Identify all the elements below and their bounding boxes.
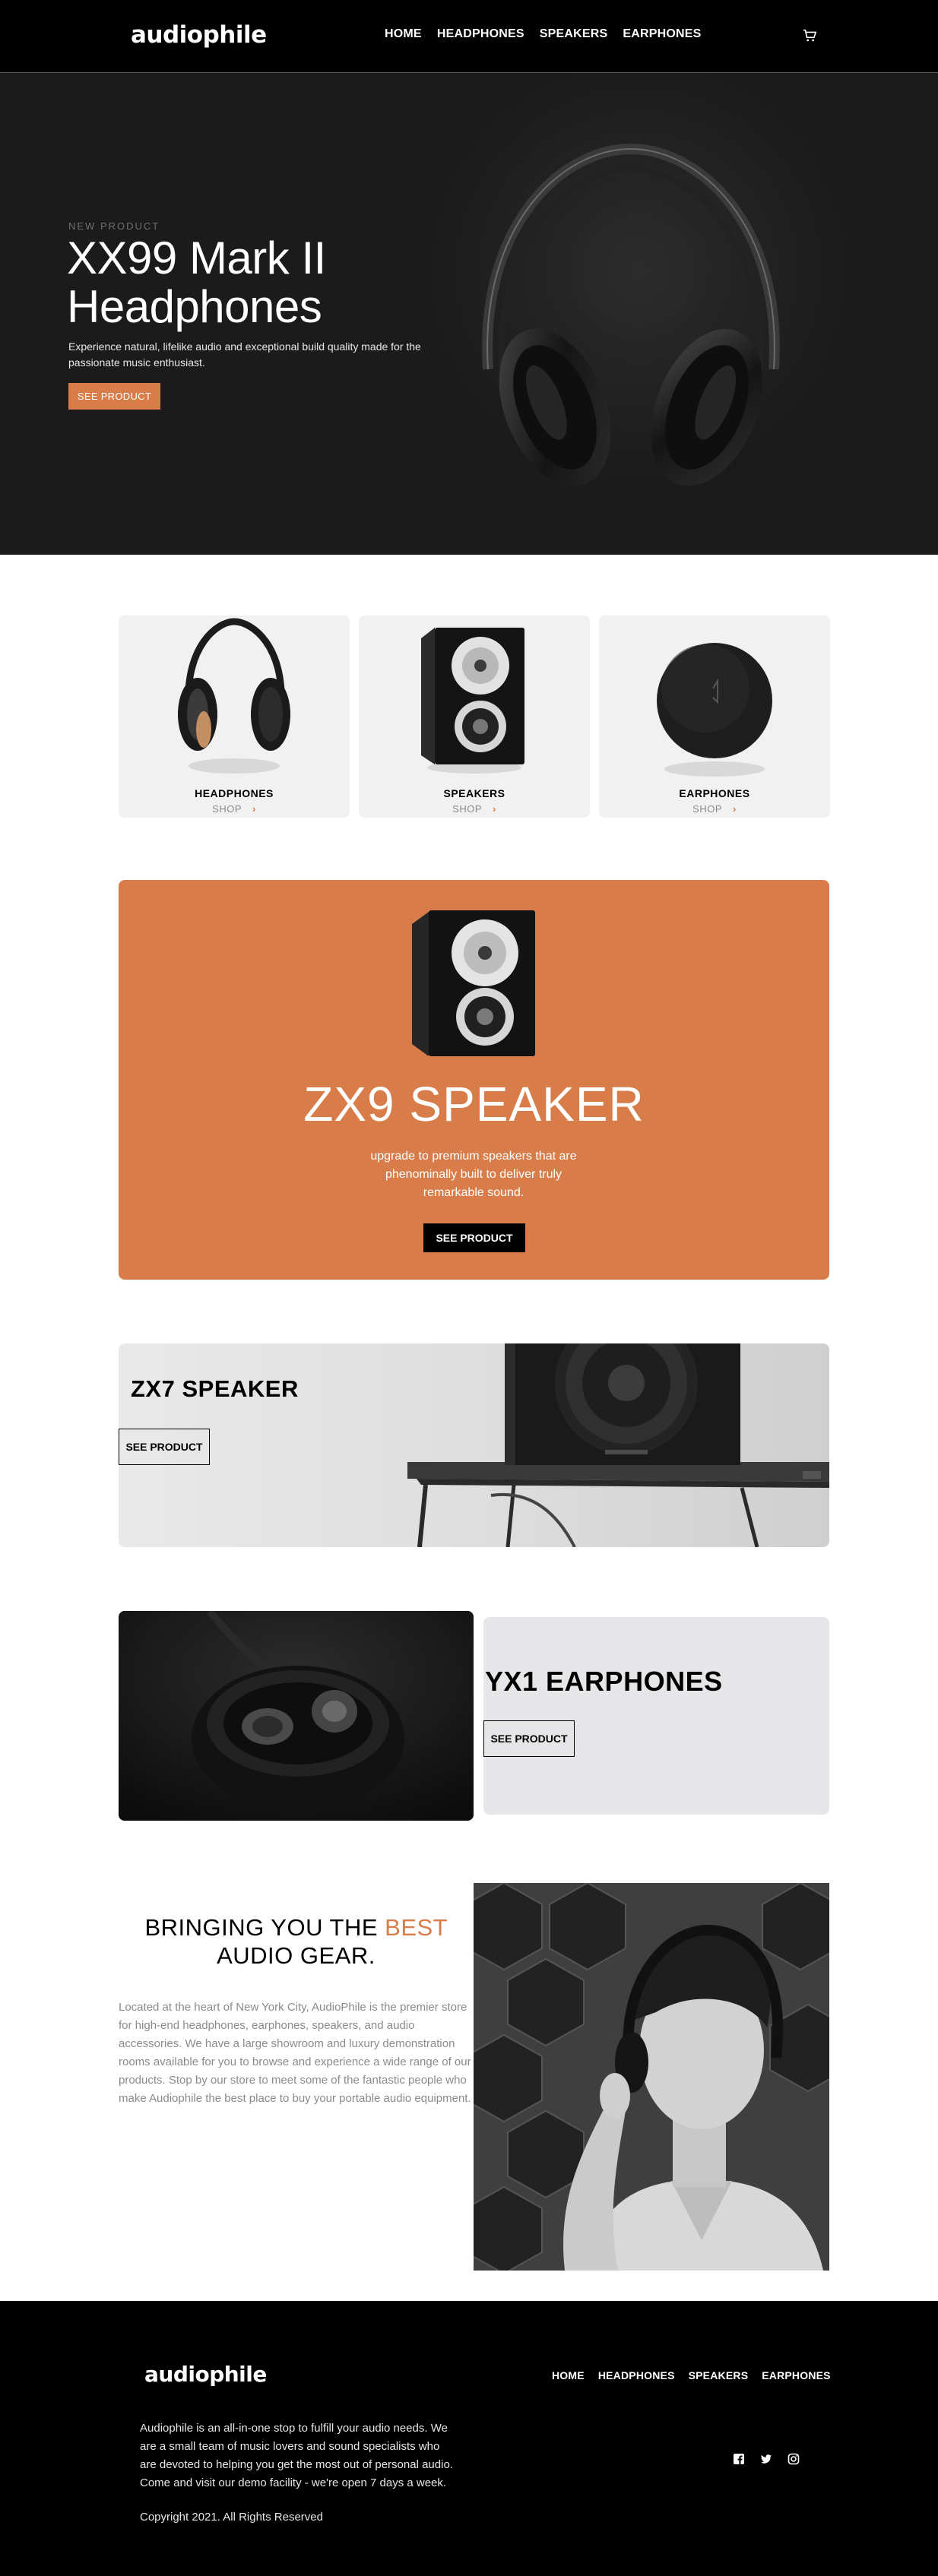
yx1-case-illustration <box>119 1611 474 1821</box>
about-title-before: BRINGING YOU THE <box>144 1914 385 1941</box>
shop-label: SHOP <box>692 803 722 815</box>
yx1-earphones-image <box>119 1611 474 1821</box>
category-card-speakers[interactable]: SPEAKERS SHOP › <box>359 616 590 818</box>
yx1-title: YX1 EARPHONES <box>485 1666 723 1697</box>
nav-home[interactable]: HOME <box>385 27 422 41</box>
earphones-case-image <box>657 643 772 777</box>
zx9-promo: ZX9 SPEAKER upgrade to premium speakers … <box>119 880 829 1280</box>
headphones-image <box>178 618 290 774</box>
twitter-icon[interactable] <box>760 2453 772 2465</box>
footer-nav-speakers[interactable]: SPEAKERS <box>689 2369 749 2381</box>
hero-see-product-button[interactable]: SEE PRODUCT <box>68 383 160 410</box>
hero-title-line1: XX99 Mark II <box>67 233 326 283</box>
footer-nav-headphones[interactable]: HEADPHONES <box>598 2369 675 2381</box>
hero-headphones-image <box>482 143 780 486</box>
nav-speakers[interactable]: SPEAKERS <box>540 27 608 41</box>
speaker-image <box>421 628 524 774</box>
logo[interactable]: audiophile <box>131 21 267 49</box>
category-shop-link[interactable]: SHOP › <box>119 803 350 815</box>
about-title: BRINGING YOU THE BEST AUDIO GEAR. <box>119 1913 474 1970</box>
category-shop-link[interactable]: SHOP › <box>359 803 590 815</box>
chevron-right-icon: › <box>252 803 256 815</box>
about-text: Located at the heart of New York City, A… <box>119 2001 471 2105</box>
instagram-icon[interactable] <box>787 2453 800 2465</box>
yx1-see-product-button[interactable]: SEE PRODUCT <box>483 1720 575 1757</box>
category-title: SPEAKERS <box>443 787 505 799</box>
zx7-title: ZX7 SPEAKER <box>131 1375 299 1402</box>
category-title: EARPHONES <box>679 787 750 799</box>
footer-nav-home[interactable]: HOME <box>552 2369 585 2381</box>
site-header: audiophile HOME HEADPHONES SPEAKERS EARP… <box>0 0 938 73</box>
zx9-description: upgrade to premium speakers that are phe… <box>370 1150 577 1199</box>
hero-overline: NEW PRODUCT <box>68 220 160 232</box>
zx9-title: ZX9 SPEAKER <box>303 1077 645 1131</box>
shop-label: SHOP <box>452 803 482 815</box>
zx9-speaker-image <box>412 910 535 1056</box>
cart-icon[interactable] <box>801 27 818 44</box>
category-title: HEADPHONES <box>195 787 274 799</box>
chevron-right-icon: › <box>733 803 737 815</box>
footer-copyright: Copyright 2021. All Rights Reserved <box>140 2511 323 2524</box>
hero-title-line2: Headphones <box>67 281 322 332</box>
footer-nav-earphones[interactable]: EARPHONES <box>762 2369 830 2381</box>
zx7-promo: ZX7 SPEAKER SEE PRODUCT <box>119 1343 829 1547</box>
nav-earphones[interactable]: EARPHONES <box>623 27 701 41</box>
chevron-right-icon: › <box>493 803 496 815</box>
facebook-icon[interactable] <box>733 2453 745 2465</box>
hero-title: XX99 Mark II Headphones <box>67 234 326 331</box>
person-with-headphones-illustration <box>474 1883 829 2271</box>
about-title-accent: BEST <box>385 1914 448 1941</box>
category-shop-link[interactable]: SHOP › <box>599 803 830 815</box>
hero-description: Experience natural, lifelike audio and e… <box>68 340 421 369</box>
about-person-image <box>474 1883 829 2271</box>
nav-headphones[interactable]: HEADPHONES <box>437 27 524 41</box>
footer-description: Audiophile is an all-in-one stop to fulf… <box>140 2422 453 2489</box>
shop-label: SHOP <box>212 803 242 815</box>
about-title-after: AUDIO GEAR. <box>217 1942 376 1969</box>
category-card-earphones[interactable]: EARPHONES SHOP › <box>599 616 830 818</box>
zx9-see-product-button[interactable]: SEE PRODUCT <box>423 1223 525 1252</box>
main-nav: HOME HEADPHONES SPEAKERS EARPHONES <box>385 27 702 41</box>
zx7-see-product-button[interactable]: SEE PRODUCT <box>119 1429 210 1465</box>
social-links <box>733 2453 800 2465</box>
hero-section: NEW PRODUCT XX99 Mark II Headphones Expe… <box>0 73 938 555</box>
footer-nav: HOME HEADPHONES SPEAKERS EARPHONES <box>552 2369 831 2381</box>
site-footer: audiophile HOME HEADPHONES SPEAKERS EARP… <box>0 2301 938 2576</box>
category-card-headphones[interactable]: HEADPHONES SHOP › <box>119 616 350 818</box>
zx7-speaker-image <box>407 1343 829 1547</box>
footer-logo[interactable]: audiophile <box>144 2362 267 2387</box>
yx1-promo: YX1 EARPHONES SEE PRODUCT <box>483 1617 829 1815</box>
